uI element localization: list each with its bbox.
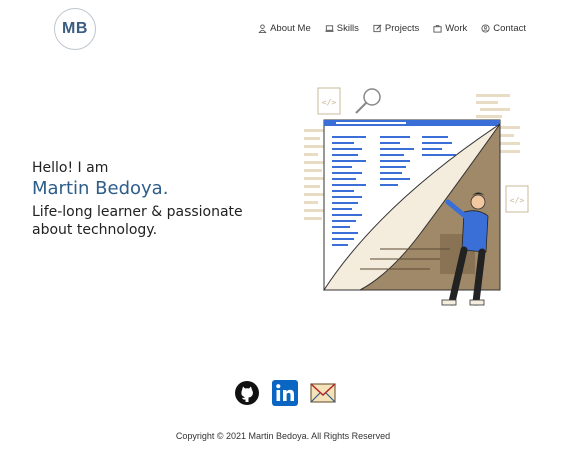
hero-intro: Hello! I am Martin Bedoya. Life-long lea… [32, 160, 272, 239]
magnifier-icon [355, 88, 381, 114]
nav-skills[interactable]: Skills [325, 23, 359, 34]
contact-icon [481, 24, 490, 33]
hero-greeting: Hello! I am [32, 160, 109, 176]
linkedin-icon[interactable] [272, 380, 298, 406]
svg-text:</>: </> [510, 196, 525, 205]
nav-contact-label: Contact [493, 23, 526, 34]
nav-work[interactable]: Work [433, 23, 467, 34]
logo[interactable]: MB [54, 8, 96, 50]
edit-icon [373, 24, 382, 33]
hero-illustration: </> </> [304, 87, 529, 306]
github-icon[interactable] [234, 380, 260, 406]
nav-contact[interactable]: Contact [481, 23, 526, 34]
briefcase-icon [433, 24, 442, 33]
nav-projects[interactable]: Projects [373, 23, 419, 34]
nav-about-me-label: About Me [270, 23, 311, 34]
hero-tagline: Life-long learner & passionate about tec… [32, 204, 243, 238]
user-icon [258, 24, 267, 33]
code-tag-card-icon: </> [505, 185, 529, 213]
nav-about-me[interactable]: About Me [258, 23, 311, 34]
copyright-footer: Copyright © 2021 Martin Bedoya. All Righ… [175, 431, 391, 441]
nav-skills-label: Skills [336, 23, 359, 34]
nav-work-label: Work [445, 23, 468, 34]
hero-name: Martin Bedoya. [32, 178, 169, 199]
code-tag-card-icon: </> [317, 87, 341, 115]
nav-projects-label: Projects [384, 23, 420, 34]
main-nav: About Me Skills Projects Work Contact [258, 23, 526, 34]
svg-text:</>: </> [322, 98, 337, 107]
mail-icon[interactable] [310, 380, 336, 406]
social-links [234, 380, 336, 406]
logo-text: MB [62, 20, 88, 37]
laptop-icon [325, 25, 334, 32]
